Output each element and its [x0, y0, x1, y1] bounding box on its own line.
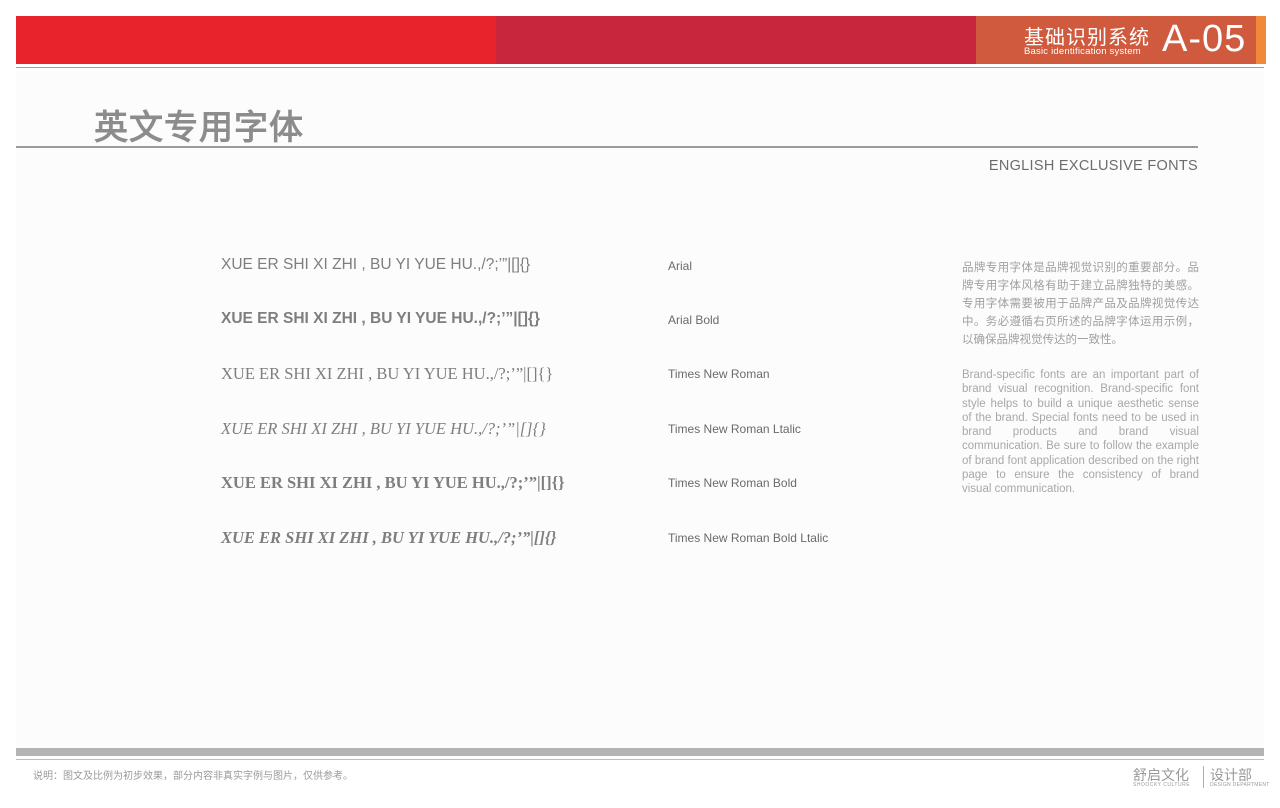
font-sample-row: XUE ER SHI XI ZHI , BU YI YUE HU.,/?;’”|…	[221, 310, 1081, 340]
header-title-segment: 基础识别系统 Basic identification system A-05	[976, 16, 1266, 64]
font-sample-text: XUE ER SHI XI ZHI , BU YI YUE HU.,/?;’”|…	[221, 310, 540, 327]
section-divider	[16, 146, 1198, 148]
font-sample-row: XUE ER SHI XI ZHI , BU YI YUE HU.,/?;’”|…	[221, 473, 1081, 503]
footer-bar	[16, 748, 1264, 756]
header-red-segment	[16, 16, 496, 64]
font-name-label: Times New Roman Bold	[668, 476, 797, 490]
font-name-label: Arial	[668, 259, 693, 273]
department-name-english: DESIGN DEPARTMENT	[1210, 782, 1270, 788]
section-subtitle: ENGLISH EXCLUSIVE FONTS	[988, 158, 1198, 174]
footer-vertical-divider	[1203, 766, 1204, 788]
header-band: 基础识别系统 Basic identification system A-05	[16, 16, 1266, 64]
font-name-label: Arial Bold	[668, 313, 720, 327]
font-sample-text: XUE ER SHI XI ZHI , BU YI YUE HU.,/?;’”|…	[221, 419, 546, 438]
header-orange-tab	[1256, 16, 1266, 64]
font-sample-row: XUE ER SHI XI ZHI , BU YI YUE HU.,/?;’”|…	[221, 364, 1081, 394]
font-sample-text: XUE ER SHI XI ZHI , BU YI YUE HU.,/?;’”|…	[221, 528, 557, 547]
font-sample-text: XUE ER SHI XI ZHI , BU YI YUE HU.,/?;’”|…	[221, 473, 565, 492]
font-sample-row: XUE ER SHI XI ZHI , BU YI YUE HU.,/?;’”|…	[221, 528, 1081, 558]
page-code: A-05	[1162, 18, 1247, 60]
header-divider	[16, 67, 1264, 68]
font-sample-row: XUE ER SHI XI ZHI , BU YI YUE HU.,/?;’”|…	[221, 256, 1081, 286]
header-crimson-segment	[496, 16, 976, 64]
font-name-label: Times New Roman	[668, 367, 770, 381]
font-sample-text: XUE ER SHI XI ZHI , BU YI YUE HU.,/?;’”|…	[221, 256, 531, 273]
font-sample-text: XUE ER SHI XI ZHI , BU YI YUE HU.,/?;’”|…	[221, 364, 554, 383]
font-sample-row: XUE ER SHI XI ZHI , BU YI YUE HU.,/?;’”|…	[221, 419, 1081, 449]
section-title: 英文专用字体	[94, 108, 304, 148]
brand-name-english: SHOOCKY CULTURE	[1133, 782, 1191, 788]
footer-divider	[16, 759, 1264, 760]
description-english: Brand-specific fonts are an important pa…	[962, 369, 1199, 496]
description-chinese: 品牌专用字体是品牌视觉识别的重要部分。品牌专用字体风格有助于建立品牌独特的美感。…	[962, 260, 1199, 346]
footer-note: 说明：图文及比例为初步效果，部分内容非真实字例与图片，仅供参考。	[33, 771, 353, 782]
font-name-label: Times New Roman Bold Ltalic	[668, 531, 829, 545]
system-subtitle: Basic identification system	[1024, 46, 1141, 57]
font-name-label: Times New Roman Ltalic	[668, 422, 801, 436]
